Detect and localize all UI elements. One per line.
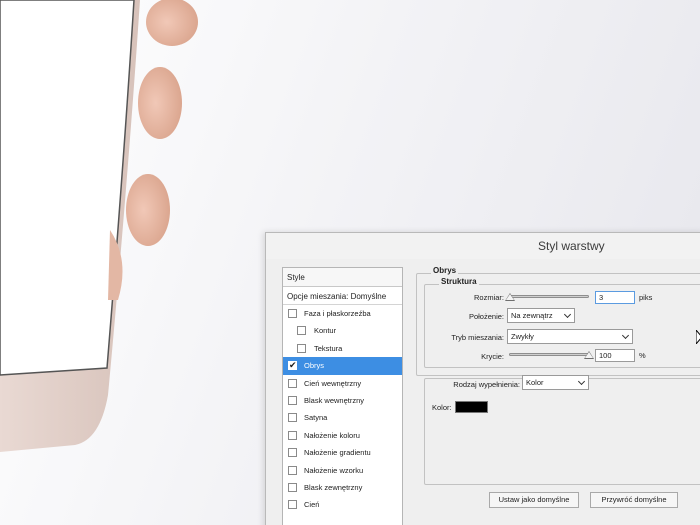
- dialog-title: Styl warstwy: [266, 233, 700, 259]
- effect-item[interactable]: Cień: [283, 496, 402, 513]
- effect-label: Cień: [304, 500, 320, 510]
- effect-item[interactable]: Nałożenie gradientu: [283, 444, 402, 461]
- opacity-label: Krycie:: [481, 352, 504, 361]
- finger: [138, 67, 182, 139]
- mouse-cursor-icon: [696, 330, 700, 344]
- effect-checkbox[interactable]: [288, 448, 297, 458]
- effect-item[interactable]: ✔ Obrys: [283, 357, 402, 375]
- effect-checkbox[interactable]: [288, 309, 297, 318]
- chevron-down-icon: [577, 377, 586, 386]
- effect-item[interactable]: Nałożenie koloru: [283, 427, 402, 444]
- fill-group: [424, 378, 700, 485]
- effect-label: Kontur: [314, 326, 337, 336]
- effect-item[interactable]: Cień wewnętrzny: [283, 375, 402, 392]
- effect-checkbox[interactable]: [297, 326, 306, 336]
- effect-checkbox[interactable]: [288, 500, 297, 510]
- opacity-slider-thumb[interactable]: [584, 351, 594, 359]
- size-unit: piks: [639, 293, 653, 302]
- opacity-unit: %: [639, 351, 646, 360]
- chevron-down-icon: [563, 310, 572, 319]
- effect-label: Nałożenie wzorku: [304, 465, 364, 475]
- blend-mode-select[interactable]: Zwykły: [507, 329, 633, 344]
- blending-options-item[interactable]: Opcje mieszania: Domyślne: [283, 288, 402, 305]
- blend-mode-select-value: Zwykły: [511, 332, 534, 341]
- chevron-down-icon: [621, 331, 630, 340]
- effect-checkbox[interactable]: [297, 343, 306, 353]
- styles-header[interactable]: Style: [283, 268, 402, 287]
- effect-checkbox[interactable]: [288, 430, 297, 440]
- position-select-value: Na zewnątrz: [511, 311, 553, 320]
- layer-style-dialog: Styl warstwy Style Opcje mieszania: Domy…: [265, 232, 700, 525]
- color-label: Kolor:: [432, 403, 452, 412]
- effect-label: Cień wewnętrzny: [304, 378, 362, 388]
- fill-type-label: Rodzaj wypełnienia:: [453, 380, 520, 389]
- fill-type-select[interactable]: Kolor: [522, 375, 589, 390]
- blend-mode-label: Tryb mieszania:: [451, 333, 504, 342]
- effect-item[interactable]: Nałożenie wzorku: [283, 462, 402, 479]
- finger: [126, 174, 170, 246]
- finger: [146, 0, 198, 46]
- effect-label: Satyna: [304, 413, 328, 423]
- checkmark-icon: ✔: [289, 360, 297, 371]
- effects-list: Faza i płaskorzeźba Kontur Tekstura ✔ Obrys C…: [283, 305, 402, 514]
- effect-checkbox[interactable]: [288, 378, 297, 388]
- effect-checkbox[interactable]: [288, 395, 297, 405]
- effect-label: Nałożenie koloru: [304, 430, 360, 440]
- effect-checkbox[interactable]: [288, 413, 297, 423]
- make-default-button[interactable]: Ustaw jako domyślne: [489, 492, 579, 508]
- effect-label: Nałożenie gradientu: [304, 448, 371, 458]
- effect-checkbox[interactable]: ✔: [288, 360, 297, 371]
- fill-type-select-value: Kolor: [526, 378, 544, 387]
- opacity-input[interactable]: 100: [595, 349, 635, 362]
- effect-label: Obrys: [304, 361, 325, 371]
- size-slider-track[interactable]: [509, 295, 589, 298]
- stroke-group-title: Obrys: [431, 266, 459, 275]
- size-slider-thumb[interactable]: [504, 293, 515, 301]
- structure-group-title: Struktura: [439, 277, 479, 286]
- effect-label: Blask wewnętrzny: [304, 395, 365, 405]
- effect-checkbox[interactable]: [288, 465, 297, 475]
- size-label: Rozmiar:: [473, 293, 504, 302]
- effect-label: Tekstura: [314, 343, 343, 353]
- effect-item[interactable]: Blask zewnętrzny: [283, 479, 402, 496]
- effect-item[interactable]: Satyna: [283, 409, 402, 426]
- effect-item[interactable]: Tekstura: [283, 340, 402, 357]
- effect-label: Blask zewnętrzny: [304, 482, 363, 492]
- effect-item[interactable]: Blask wewnętrzny: [283, 392, 402, 409]
- styles-panel: Style Opcje mieszania: Domyślne Faza i p…: [282, 267, 403, 525]
- position-label: Położenie:: [468, 312, 504, 321]
- effect-item[interactable]: Faza i płaskorzeźba: [283, 305, 402, 322]
- effect-checkbox[interactable]: [288, 482, 297, 492]
- effect-label: Faza i płaskorzeźba: [304, 309, 371, 318]
- position-select[interactable]: Na zewnątrz: [507, 308, 575, 323]
- size-input[interactable]: 3: [595, 291, 635, 304]
- reset-default-button[interactable]: Przywróć domyślne: [590, 492, 678, 508]
- color-swatch[interactable]: [455, 401, 488, 413]
- effect-item[interactable]: Kontur: [283, 322, 402, 339]
- opacity-slider-track[interactable]: [509, 353, 589, 356]
